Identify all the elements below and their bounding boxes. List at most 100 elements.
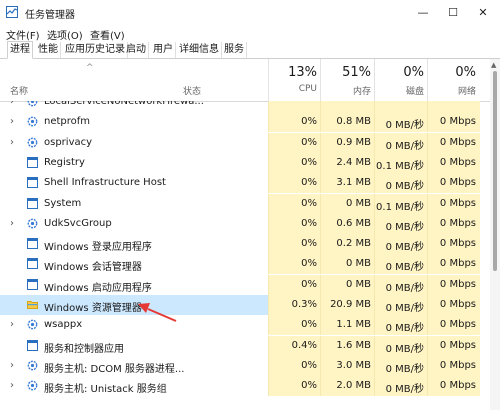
process-mem-cell: 3.1 MB — [320, 173, 375, 194]
tab-users[interactable]: 用户 — [151, 42, 176, 58]
tab-startup[interactable]: 启动 — [124, 42, 149, 58]
process-name-cell[interactable]: 服务和控制器应用 — [0, 336, 268, 356]
network-label: 网络 — [457, 87, 476, 97]
process-name-cell[interactable]: Windows 启动应用程序 — [0, 275, 268, 295]
process-cpu-cell: 0.4% — [268, 335, 321, 356]
title-bar: 任务管理器 — ☐ ✕ — [0, 0, 500, 26]
column-disk[interactable]: 0% 磁盘 — [374, 59, 428, 101]
expand-chevron-icon[interactable]: › — [10, 137, 14, 148]
scroll-up-icon[interactable]: ▲ — [491, 61, 496, 69]
column-status[interactable]: 状态 — [183, 84, 201, 97]
process-name-cell[interactable]: › 服务主机: DCOM 服务器进程... — [0, 356, 268, 376]
process-row[interactable]: Windows 会话管理器 0% 0 MB 0 MB/秒 0 Mbps — [0, 254, 490, 275]
process-net-value: 0 Mbps — [439, 177, 476, 189]
process-row[interactable]: Registry 0% 2.4 MB 0.1 MB/秒 0 Mbps — [0, 152, 490, 173]
process-cpu-value: 0% — [301, 217, 317, 229]
column-network[interactable]: 0% 网络 — [427, 59, 480, 101]
process-row[interactable]: › wsappx 0% 1.1 MB 0 MB/秒 0 Mbps — [0, 315, 490, 336]
tab-processes[interactable]: 进程 — [7, 41, 33, 59]
process-row[interactable]: System 0% 0 MB 0.1 MB/秒 0 Mbps — [0, 193, 490, 214]
process-mem-value: 0.9 MB — [336, 136, 371, 148]
cpu-total: 13% — [288, 65, 317, 80]
process-row[interactable]: 服务和控制器应用 0.4% 1.6 MB 0 MB/秒 0 Mbps — [0, 335, 490, 356]
process-name-cell[interactable]: › wsappx — [0, 315, 268, 335]
menu-options[interactable]: 选项(O) — [47, 27, 83, 42]
process-mem-cell: 20.9 MB — [320, 295, 375, 315]
process-row[interactable]: Windows 登录应用程序 0% 0.2 MB 0 MB/秒 0 Mbps — [0, 234, 490, 255]
process-row[interactable]: › osprivacy 0% 0.9 MB 0 MB/秒 0 Mbps — [0, 132, 490, 153]
column-name[interactable]: 名称 — [10, 84, 28, 97]
process-name-cell[interactable]: › LocalServiceNoNetworkFirewa... — [0, 101, 268, 112]
menu-view[interactable]: 查看(V) — [90, 27, 125, 42]
close-button[interactable]: ✕ — [468, 0, 498, 26]
minimize-button[interactable]: — — [408, 0, 438, 26]
expand-chevron-icon[interactable]: › — [10, 360, 14, 371]
expand-chevron-icon[interactable]: › — [10, 319, 14, 330]
process-row[interactable]: › 服务主机: DCOM 服务器进程... 0% 3.0 MB 0 MB/秒 0 Mbps — [0, 355, 490, 376]
process-disk-cell: 0 MB/秒 — [374, 132, 428, 153]
app-window-icon — [27, 278, 38, 290]
process-cpu-value: 0% — [301, 177, 317, 189]
process-name-cell[interactable]: › UdkSvcGroup — [0, 214, 268, 234]
column-memory[interactable]: 51% 内存 — [320, 59, 375, 101]
folder-icon — [27, 301, 38, 309]
process-cpu-cell: 0% — [268, 132, 321, 153]
app-window-icon — [27, 197, 38, 209]
process-mem-value: 0 MB — [345, 197, 371, 209]
process-name-cell[interactable]: › osprivacy — [0, 133, 268, 153]
process-row[interactable]: › 服务主机: Unistack 服务组 0% 2.0 MB 0 MB/秒 0 Mbps — [0, 376, 490, 397]
process-mem-cell: 0.9 MB — [320, 132, 375, 153]
process-net-value: 0 Mbps — [439, 359, 476, 371]
process-cpu-cell: 0% — [268, 355, 321, 376]
menu-file[interactable]: 文件(F) — [6, 27, 40, 42]
tab-app-history[interactable]: 应用历史记录 — [63, 42, 128, 58]
app-window-icon — [27, 258, 38, 270]
scroll-thumb[interactable] — [493, 71, 497, 271]
process-mem-cell: 0 MB — [320, 254, 375, 275]
process-row[interactable]: › netprofm 0% 0.8 MB 0 MB/秒 0 Mbps — [0, 112, 490, 133]
process-row[interactable]: Windows 资源管理器 0.3% 20.9 MB 0 MB/秒 0 Mbps — [0, 295, 490, 315]
process-name-cell[interactable]: System — [0, 194, 268, 214]
process-mem-cell: 3.0 MB — [320, 355, 375, 376]
expand-chevron-icon[interactable]: › — [10, 218, 14, 229]
process-net-cell: 0 Mbps — [427, 173, 480, 194]
maximize-button[interactable]: ☐ — [438, 0, 468, 26]
process-net-value: 0 Mbps — [439, 217, 476, 229]
process-row[interactable]: Shell Infrastructure Host 0% 3.1 MB 0 MB/秒 0… — [0, 173, 490, 194]
process-name: Registry — [44, 156, 85, 168]
tab-performance[interactable]: 性能 — [36, 42, 61, 58]
process-name-cell[interactable]: Windows 资源管理器 — [0, 295, 268, 315]
process-cpu-cell: 0% — [268, 315, 321, 336]
process-name-cell[interactable]: Windows 登录应用程序 — [0, 234, 268, 254]
process-name-cell[interactable]: Registry — [0, 153, 268, 173]
process-row[interactable]: › LocalServiceNoNetworkFirewa... — [0, 101, 490, 112]
process-net-cell: 0 Mbps — [427, 355, 480, 376]
process-row[interactable]: › UdkSvcGroup 0% 0.6 MB 0 MB/秒 0 Mbps — [0, 213, 490, 234]
process-name-cell[interactable]: Windows 会话管理器 — [0, 254, 268, 274]
process-name-cell[interactable]: › 服务主机: Unistack 服务组 — [0, 376, 268, 396]
process-name: 服务和控制器应用 — [44, 343, 124, 355]
service-gear-icon — [27, 137, 38, 147]
column-cpu[interactable]: 13% CPU — [268, 59, 321, 101]
service-gear-icon — [27, 101, 38, 107]
service-gear-icon — [27, 360, 38, 371]
process-net-value: 0 Mbps — [439, 238, 476, 250]
tab-services[interactable]: 服务 — [222, 42, 247, 58]
expand-chevron-icon[interactable]: › — [10, 380, 14, 391]
process-cpu-value: 0% — [301, 116, 317, 128]
process-list: › LocalServiceNoNetworkFirewa... › netprofm… — [0, 101, 490, 410]
memory-label: 内存 — [352, 87, 371, 97]
process-cpu-cell: 0% — [268, 254, 321, 275]
process-row[interactable]: Windows 启动应用程序 0% 0 MB 0 MB/秒 0 Mbps — [0, 274, 490, 295]
process-name: Windows 会话管理器 — [44, 262, 142, 274]
vertical-scrollbar[interactable]: ▲ — [490, 59, 500, 410]
process-name-cell[interactable]: › netprofm — [0, 112, 268, 132]
process-cpu-value: 0% — [301, 319, 317, 331]
tab-details[interactable]: 详细信息 — [177, 42, 222, 58]
expand-chevron-icon[interactable]: › — [10, 101, 14, 107]
service-gear-icon — [27, 116, 38, 127]
process-name: netprofm — [44, 116, 91, 128]
process-name-cell[interactable]: Shell Infrastructure Host — [0, 173, 268, 193]
process-mem-cell: 0 MB — [320, 274, 375, 295]
expand-chevron-icon[interactable]: › — [10, 116, 14, 127]
